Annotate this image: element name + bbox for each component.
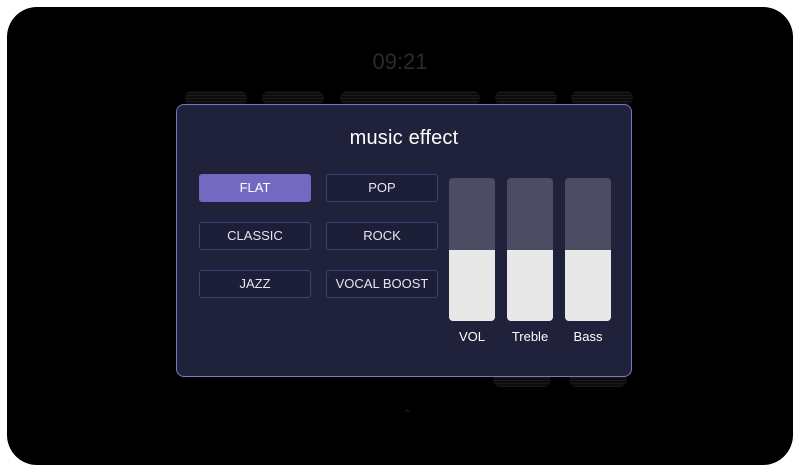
tv-screen: 09:21 ⌃ music effect FLAT POP CLASSIC RO… xyxy=(7,7,793,465)
bass-slider-fill xyxy=(565,249,611,321)
music-effect-dialog: music effect FLAT POP CLASSIC ROCK JAZZ … xyxy=(176,104,632,377)
background-app-pill xyxy=(571,91,633,105)
bass-slider[interactable] xyxy=(565,178,611,321)
preset-pop-button[interactable]: POP xyxy=(326,174,438,202)
treble-label: Treble xyxy=(511,329,549,344)
vol-label: VOL xyxy=(458,329,485,344)
dialog-title: music effect xyxy=(349,127,459,149)
preset-vocal-boost-button[interactable]: VOCAL BOOST xyxy=(326,270,438,298)
clock-text: 09:21 xyxy=(372,49,428,74)
background-app-pill xyxy=(495,91,557,105)
background-app-pill xyxy=(340,91,480,105)
vol-slider-fill xyxy=(449,249,495,321)
vol-slider[interactable] xyxy=(449,178,495,321)
treble-slider[interactable] xyxy=(507,178,553,321)
preset-jazz-button[interactable]: JAZZ xyxy=(199,270,311,298)
background-app-pill xyxy=(185,91,247,105)
chevron-up-icon: ⌃ xyxy=(401,407,413,421)
preset-rock-button[interactable]: ROCK xyxy=(326,222,438,250)
preset-flat-button[interactable]: FLAT xyxy=(199,174,311,202)
bass-label: Bass xyxy=(573,329,603,344)
background-app-pill xyxy=(262,91,324,105)
preset-classic-button[interactable]: CLASSIC xyxy=(199,222,311,250)
treble-slider-fill xyxy=(507,249,553,321)
